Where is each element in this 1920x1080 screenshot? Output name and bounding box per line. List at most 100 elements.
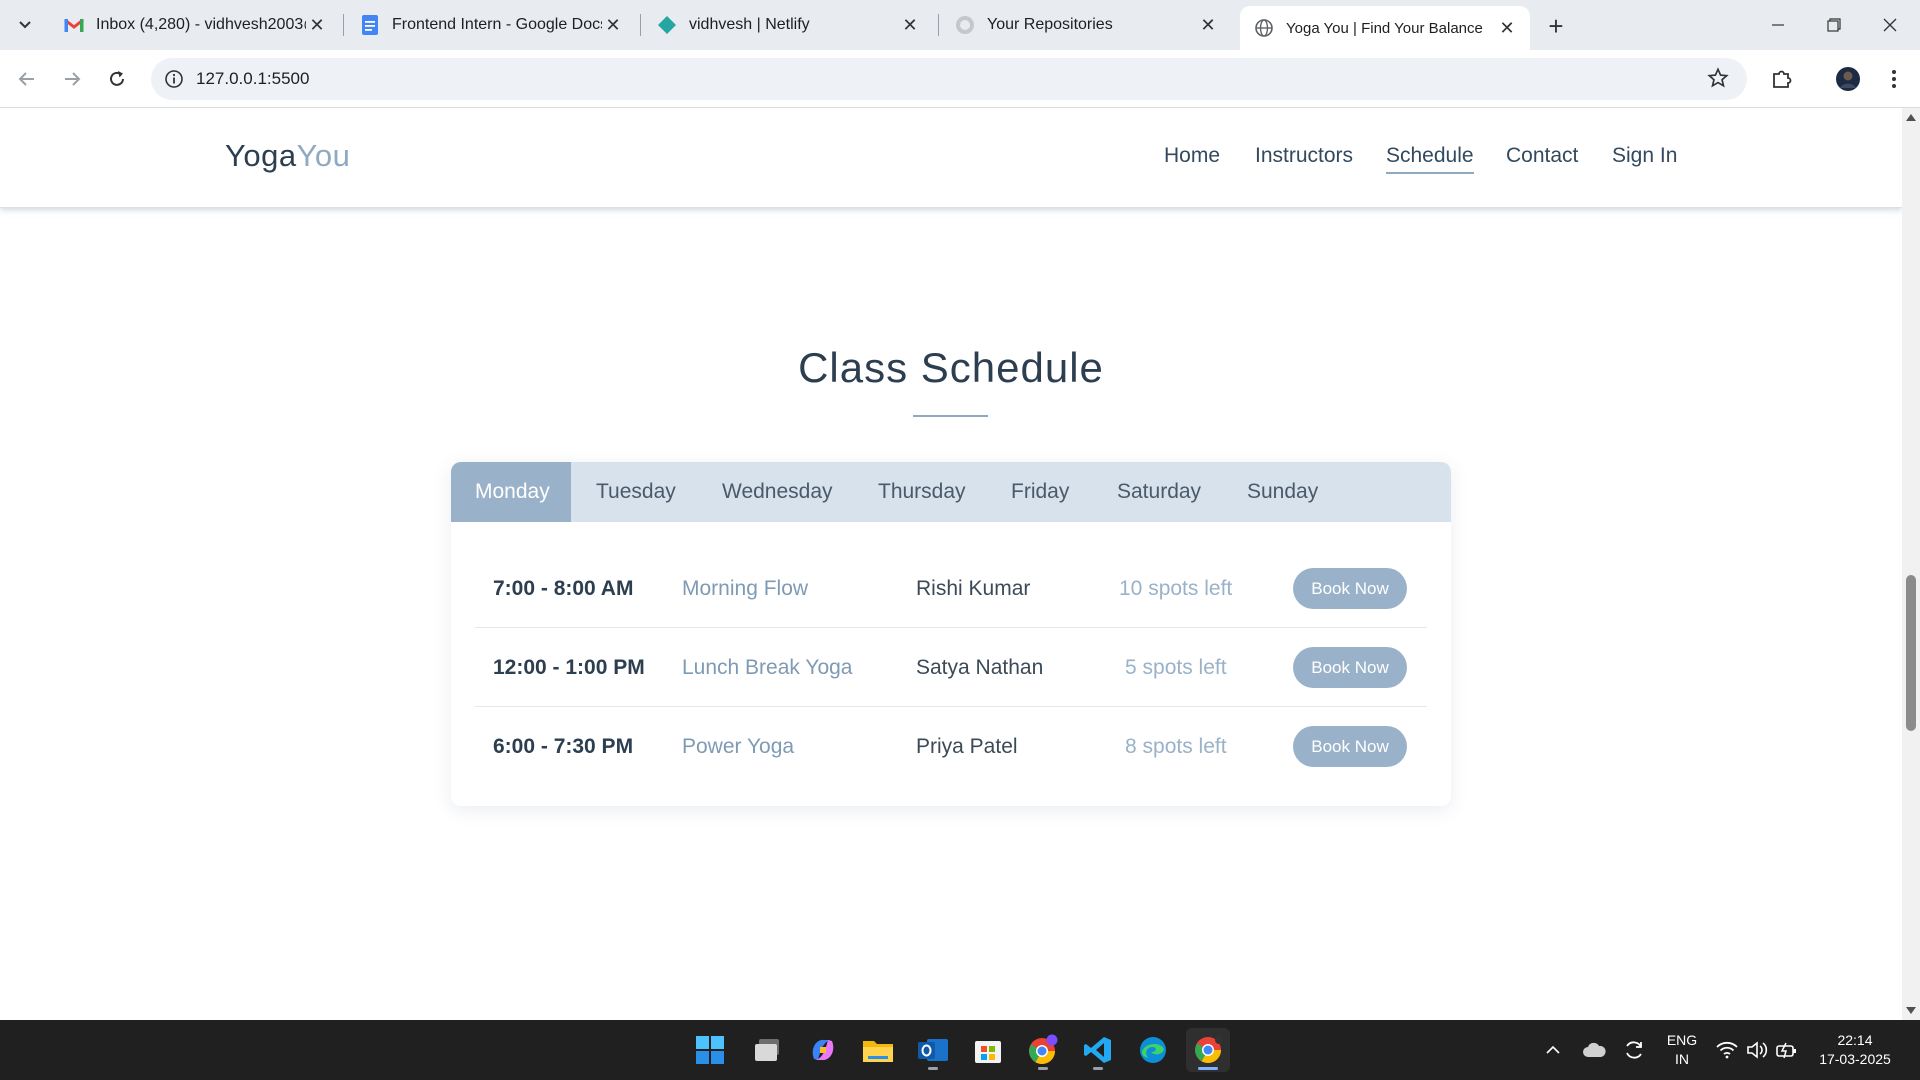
close-icon[interactable]: ✕ (899, 14, 921, 36)
scroll-down-arrow-icon[interactable] (1906, 1007, 1916, 1014)
nav-contact[interactable]: Contact (1506, 144, 1578, 168)
browser-tab-strip: Inbox (4,280) - vidhvesh2003@gmail.com ✕… (0, 0, 1920, 50)
chevron-up-icon (1546, 1045, 1560, 1054)
restore-button[interactable] (1806, 0, 1862, 50)
profile-avatar[interactable] (1832, 63, 1864, 95)
site-logo[interactable]: YogaYou (225, 138, 350, 174)
spots-left: 8 spots left (1125, 734, 1227, 758)
close-icon[interactable]: ✕ (1496, 17, 1518, 39)
language-indicator[interactable]: ENG IN (1660, 1031, 1704, 1069)
nav-schedule[interactable]: Schedule (1386, 144, 1474, 174)
book-now-button[interactable]: Book Now (1293, 568, 1407, 609)
github-icon (955, 15, 975, 35)
copilot-icon (812, 1039, 834, 1061)
tab-monday[interactable]: Monday (451, 462, 571, 522)
start-button[interactable] (688, 1028, 732, 1072)
reload-button[interactable] (99, 61, 135, 97)
tab-wednesday[interactable]: Wednesday (722, 462, 833, 522)
close-icon[interactable]: ✕ (1197, 14, 1219, 36)
store-button[interactable] (966, 1028, 1010, 1072)
volume-tray-button[interactable] (1742, 1020, 1772, 1080)
tab-title: Frontend Intern - Google Docs (392, 16, 602, 33)
book-now-button[interactable]: Book Now (1293, 647, 1407, 688)
class-instructor: Satya Nathan (916, 655, 1044, 679)
tab-separator (640, 14, 641, 36)
browser-tab-netlify[interactable]: vidhvesh | Netlify ✕ (643, 6, 933, 44)
back-button[interactable] (9, 61, 45, 97)
minimize-button[interactable] (1750, 0, 1806, 50)
forward-button[interactable] (54, 61, 90, 97)
outlook-button[interactable] (911, 1028, 955, 1072)
page-scrollbar[interactable] (1902, 108, 1920, 1020)
start-icon (696, 1036, 724, 1064)
puzzle-icon (1773, 70, 1792, 88)
tab-title: Inbox (4,280) - vidhvesh2003@gmail.com (96, 16, 306, 33)
new-tab-button[interactable]: + (1540, 10, 1572, 42)
vscode-icon (1084, 1037, 1111, 1063)
extensions-button[interactable] (1766, 63, 1798, 95)
globe-icon (1254, 18, 1274, 38)
close-icon[interactable]: ✕ (306, 14, 328, 36)
chrome-canary-button[interactable] (1021, 1028, 1065, 1072)
nav-sign-in[interactable]: Sign In (1612, 144, 1677, 168)
schedule-row: 6:00 - 7:30 PM Power Yoga Priya Patel 8 … (475, 707, 1427, 786)
close-window-button[interactable] (1862, 0, 1918, 50)
cloud-icon (1583, 1042, 1606, 1057)
clock[interactable]: 22:14 17-03-2025 (1812, 1031, 1898, 1069)
minimize-icon (1772, 24, 1784, 26)
nav-home[interactable]: Home (1164, 144, 1220, 168)
language-line2: IN (1675, 1051, 1689, 1067)
tab-sunday[interactable]: Sunday (1247, 462, 1318, 522)
chrome-button[interactable] (1186, 1028, 1230, 1072)
file-explorer-button[interactable] (856, 1028, 900, 1072)
logo-part-yoga: Yoga (225, 138, 297, 173)
docs-icon (360, 15, 380, 35)
wifi-tray-button[interactable] (1712, 1020, 1742, 1080)
show-hidden-icons-button[interactable] (1538, 1020, 1568, 1080)
book-now-button[interactable]: Book Now (1293, 726, 1407, 767)
nav-instructors[interactable]: Instructors (1255, 144, 1353, 168)
arrow-right-icon (65, 72, 81, 86)
netlify-icon (657, 15, 677, 35)
bookmark-star-icon[interactable] (1707, 67, 1731, 91)
tab-tuesday[interactable]: Tuesday (596, 462, 676, 522)
battery-tray-button[interactable] (1772, 1020, 1802, 1080)
browser-tab-github[interactable]: Your Repositories ✕ (941, 6, 1231, 44)
reload-icon (110, 71, 124, 86)
logo-part-you: You (296, 138, 351, 173)
tab-thursday[interactable]: Thursday (878, 462, 966, 522)
task-view-button[interactable] (746, 1028, 790, 1072)
site-info-icon[interactable] (161, 66, 187, 92)
plus-icon: + (1548, 10, 1564, 41)
browser-tab-gmail[interactable]: Inbox (4,280) - vidhvesh2003@gmail.com ✕ (50, 6, 340, 44)
browser-tab-docs[interactable]: Frontend Intern - Google Docs ✕ (346, 6, 636, 44)
close-icon[interactable]: ✕ (602, 14, 624, 36)
sync-tray-button[interactable] (1618, 1020, 1650, 1080)
vscode-button[interactable] (1076, 1028, 1120, 1072)
task-view-icon (755, 1039, 779, 1061)
class-time: 7:00 - 8:00 AM (493, 576, 634, 600)
clock-time: 22:14 (1837, 1032, 1873, 1048)
tab-search-button[interactable] (8, 9, 42, 41)
browser-tab-yoga-you[interactable]: Yoga You | Find Your Balance ✕ (1240, 6, 1530, 50)
spots-left: 5 spots left (1125, 655, 1227, 679)
url-text[interactable]: 127.0.0.1:5500 (196, 69, 309, 89)
class-name: Morning Flow (682, 576, 809, 600)
onedrive-tray-button[interactable] (1578, 1020, 1610, 1080)
title-divider (913, 415, 988, 417)
speaker-icon (1747, 1041, 1768, 1059)
close-icon (1883, 18, 1897, 32)
copilot-button[interactable] (801, 1028, 845, 1072)
scroll-up-arrow-icon[interactable] (1906, 114, 1916, 121)
edge-button[interactable] (1131, 1028, 1175, 1072)
tab-saturday[interactable]: Saturday (1117, 462, 1201, 522)
class-time: 6:00 - 7:30 PM (493, 734, 634, 758)
address-bar[interactable]: 127.0.0.1:5500 (151, 58, 1747, 100)
file-explorer-icon (863, 1041, 893, 1062)
site-header: YogaYou Home Instructors Schedule Contac… (0, 108, 1902, 208)
battery-charging-icon (1776, 1042, 1796, 1059)
tab-friday[interactable]: Friday (1011, 462, 1069, 522)
scrollbar-thumb[interactable] (1906, 575, 1916, 731)
tab-separator (938, 14, 939, 36)
browser-menu-button[interactable] (1878, 63, 1910, 95)
